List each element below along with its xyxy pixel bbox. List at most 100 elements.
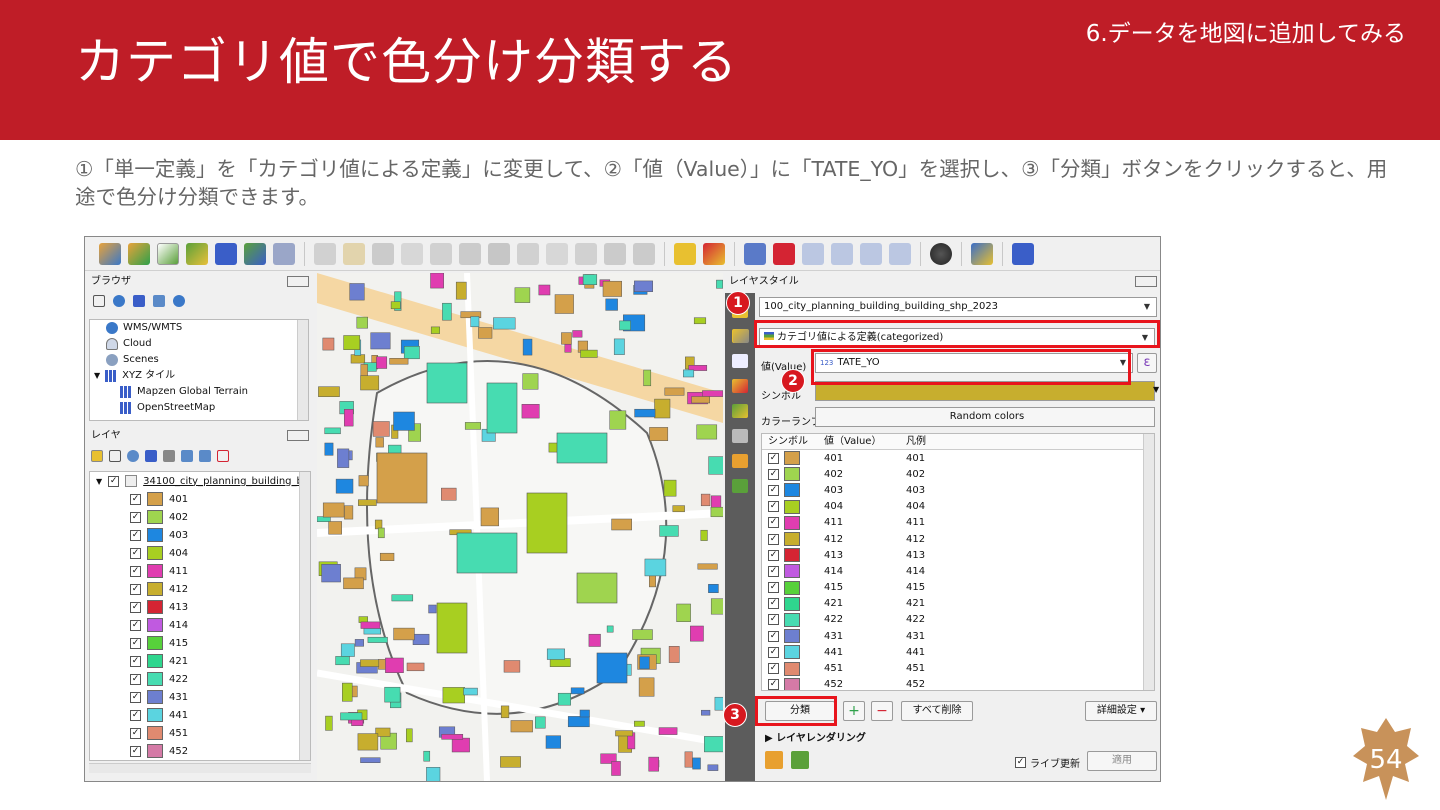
class-swatch[interactable] xyxy=(147,672,163,686)
class-legend-cell[interactable]: 404 xyxy=(904,501,1104,512)
visibility-icon[interactable] xyxy=(127,450,139,462)
layer-select[interactable]: 100_city_planning_building_building_shp_… xyxy=(759,297,1157,317)
class-value-cell[interactable]: 413 xyxy=(822,550,904,561)
apply-button[interactable]: 適用 xyxy=(1087,751,1157,771)
layer-class-row[interactable]: ✓ 422 xyxy=(90,670,310,688)
class-swatch[interactable] xyxy=(147,510,163,524)
map-canvas[interactable] xyxy=(317,273,723,781)
filter-icon[interactable] xyxy=(145,450,157,462)
class-swatch[interactable] xyxy=(784,548,800,563)
class-checkbox[interactable]: ✓ xyxy=(768,630,779,642)
class-swatch[interactable] xyxy=(147,654,163,668)
class-legend-cell[interactable]: 414 xyxy=(904,566,1104,577)
class-checkbox[interactable]: ✓ xyxy=(768,517,779,529)
class-value-cell[interactable]: 415 xyxy=(822,582,904,593)
class-checkbox[interactable]: ✓ xyxy=(130,547,141,559)
tree-item-cloud[interactable]: Cloud xyxy=(90,336,308,352)
layer-class-row[interactable]: ✓ 415 xyxy=(90,634,310,652)
class-checkbox[interactable]: ✓ xyxy=(130,583,141,595)
class-swatch[interactable] xyxy=(784,629,800,644)
labels-rule-icon[interactable] xyxy=(732,354,748,368)
class-swatch[interactable] xyxy=(784,645,800,660)
class-checkbox[interactable]: ✓ xyxy=(768,679,779,690)
delete-icon[interactable] xyxy=(488,242,510,265)
class-checkbox[interactable]: ✓ xyxy=(130,493,141,505)
class-checkbox[interactable]: ✓ xyxy=(768,582,779,594)
class-legend-cell[interactable]: 401 xyxy=(904,453,1104,464)
class-legend-cell[interactable]: 413 xyxy=(904,550,1104,561)
class-table-row[interactable]: ✓ 401 401 xyxy=(762,450,1154,466)
redo-icon[interactable] xyxy=(633,242,655,265)
raster-icon[interactable] xyxy=(244,242,266,265)
class-checkbox[interactable]: ✓ xyxy=(130,673,141,685)
add-layer-icon[interactable] xyxy=(99,242,121,265)
layer-class-row[interactable]: ✓ 431 xyxy=(90,688,310,706)
class-checkbox[interactable]: ✓ xyxy=(768,549,779,561)
class-swatch[interactable] xyxy=(147,492,163,506)
class-value-cell[interactable]: 402 xyxy=(822,469,904,480)
class-swatch[interactable] xyxy=(147,708,163,722)
class-checkbox[interactable]: ✓ xyxy=(768,646,779,658)
class-checkbox[interactable]: ✓ xyxy=(768,501,779,513)
class-legend-cell[interactable]: 402 xyxy=(904,469,1104,480)
class-checkbox[interactable]: ✓ xyxy=(130,745,141,757)
class-legend-cell[interactable]: 451 xyxy=(904,663,1104,674)
class-value-cell[interactable]: 401 xyxy=(822,453,904,464)
class-table-row[interactable]: ✓ 422 422 xyxy=(762,612,1154,628)
modify-attr-icon[interactable] xyxy=(459,242,481,265)
layers-scrollbar[interactable] xyxy=(299,472,310,760)
layer-class-row[interactable]: ✓ 451 xyxy=(90,724,310,742)
class-value-cell[interactable]: 451 xyxy=(822,663,904,674)
redo-style-icon[interactable] xyxy=(791,751,809,769)
mask-icon[interactable] xyxy=(732,429,748,443)
copy-icon[interactable] xyxy=(546,242,568,265)
layers-hscrollbar[interactable] xyxy=(89,763,311,773)
layer-class-row[interactable]: ✓ 401 xyxy=(90,490,310,508)
globe-plugin-icon[interactable] xyxy=(930,242,952,265)
class-legend-cell[interactable]: 421 xyxy=(904,598,1104,609)
label-style-icon[interactable] xyxy=(703,242,725,265)
expand-icon[interactable] xyxy=(181,450,193,462)
toggle-edit-icon[interactable] xyxy=(343,242,365,265)
remove-class-button[interactable]: − xyxy=(871,701,893,721)
class-swatch[interactable] xyxy=(784,467,800,482)
style-brush-icon[interactable] xyxy=(91,450,103,462)
class-table-row[interactable]: ✓ 402 402 xyxy=(762,466,1154,482)
tree-item-osm[interactable]: OpenStreetMap xyxy=(90,400,308,416)
tree-item-mapzen[interactable]: Mapzen Global Terrain xyxy=(90,384,308,400)
col-legend[interactable]: 凡例 xyxy=(904,434,1104,449)
tree-item-xyz[interactable]: ▼ XYZ タイル xyxy=(90,368,308,384)
edit-pen-icon[interactable] xyxy=(314,242,336,265)
class-table-row[interactable]: ✓ 413 413 xyxy=(762,547,1154,563)
live-update-checkbox[interactable]: ✓ xyxy=(1015,757,1026,768)
class-legend-cell[interactable]: 411 xyxy=(904,517,1104,528)
class-swatch[interactable] xyxy=(147,726,163,740)
class-legend-cell[interactable]: 441 xyxy=(904,647,1104,658)
class-checkbox[interactable]: ✓ xyxy=(130,529,141,541)
layer-class-row[interactable]: ✓ 404 xyxy=(90,544,310,562)
python-icon[interactable] xyxy=(971,242,993,265)
panel-buttons[interactable] xyxy=(1135,276,1157,287)
layer-class-row[interactable]: ✓ 412 xyxy=(90,580,310,598)
layer-class-row[interactable]: ✓ 441 xyxy=(90,706,310,724)
add-vector-icon[interactable] xyxy=(128,242,150,265)
add-selected-icon[interactable] xyxy=(93,295,105,307)
class-swatch[interactable] xyxy=(784,612,800,627)
class-checkbox[interactable]: ✓ xyxy=(768,663,779,675)
collapse-icon[interactable] xyxy=(199,450,211,462)
class-table-row[interactable]: ✓ 452 452 xyxy=(762,677,1154,690)
class-swatch[interactable] xyxy=(784,451,800,466)
class-table-row[interactable]: ✓ 404 404 xyxy=(762,499,1154,515)
class-table-row[interactable]: ✓ 415 415 xyxy=(762,580,1154,596)
vertex-tool-icon[interactable] xyxy=(430,242,452,265)
class-table-row[interactable]: ✓ 403 403 xyxy=(762,482,1154,498)
collapse-icon[interactable] xyxy=(153,295,165,307)
class-swatch[interactable] xyxy=(147,744,163,758)
class-value-cell[interactable]: 403 xyxy=(822,485,904,496)
class-legend-cell[interactable]: 403 xyxy=(904,485,1104,496)
class-table-row[interactable]: ✓ 451 451 xyxy=(762,660,1154,676)
class-legend-cell[interactable]: 422 xyxy=(904,614,1104,625)
digitize-icon[interactable] xyxy=(157,242,179,265)
cut-icon[interactable] xyxy=(517,242,539,265)
class-checkbox[interactable]: ✓ xyxy=(130,727,141,739)
